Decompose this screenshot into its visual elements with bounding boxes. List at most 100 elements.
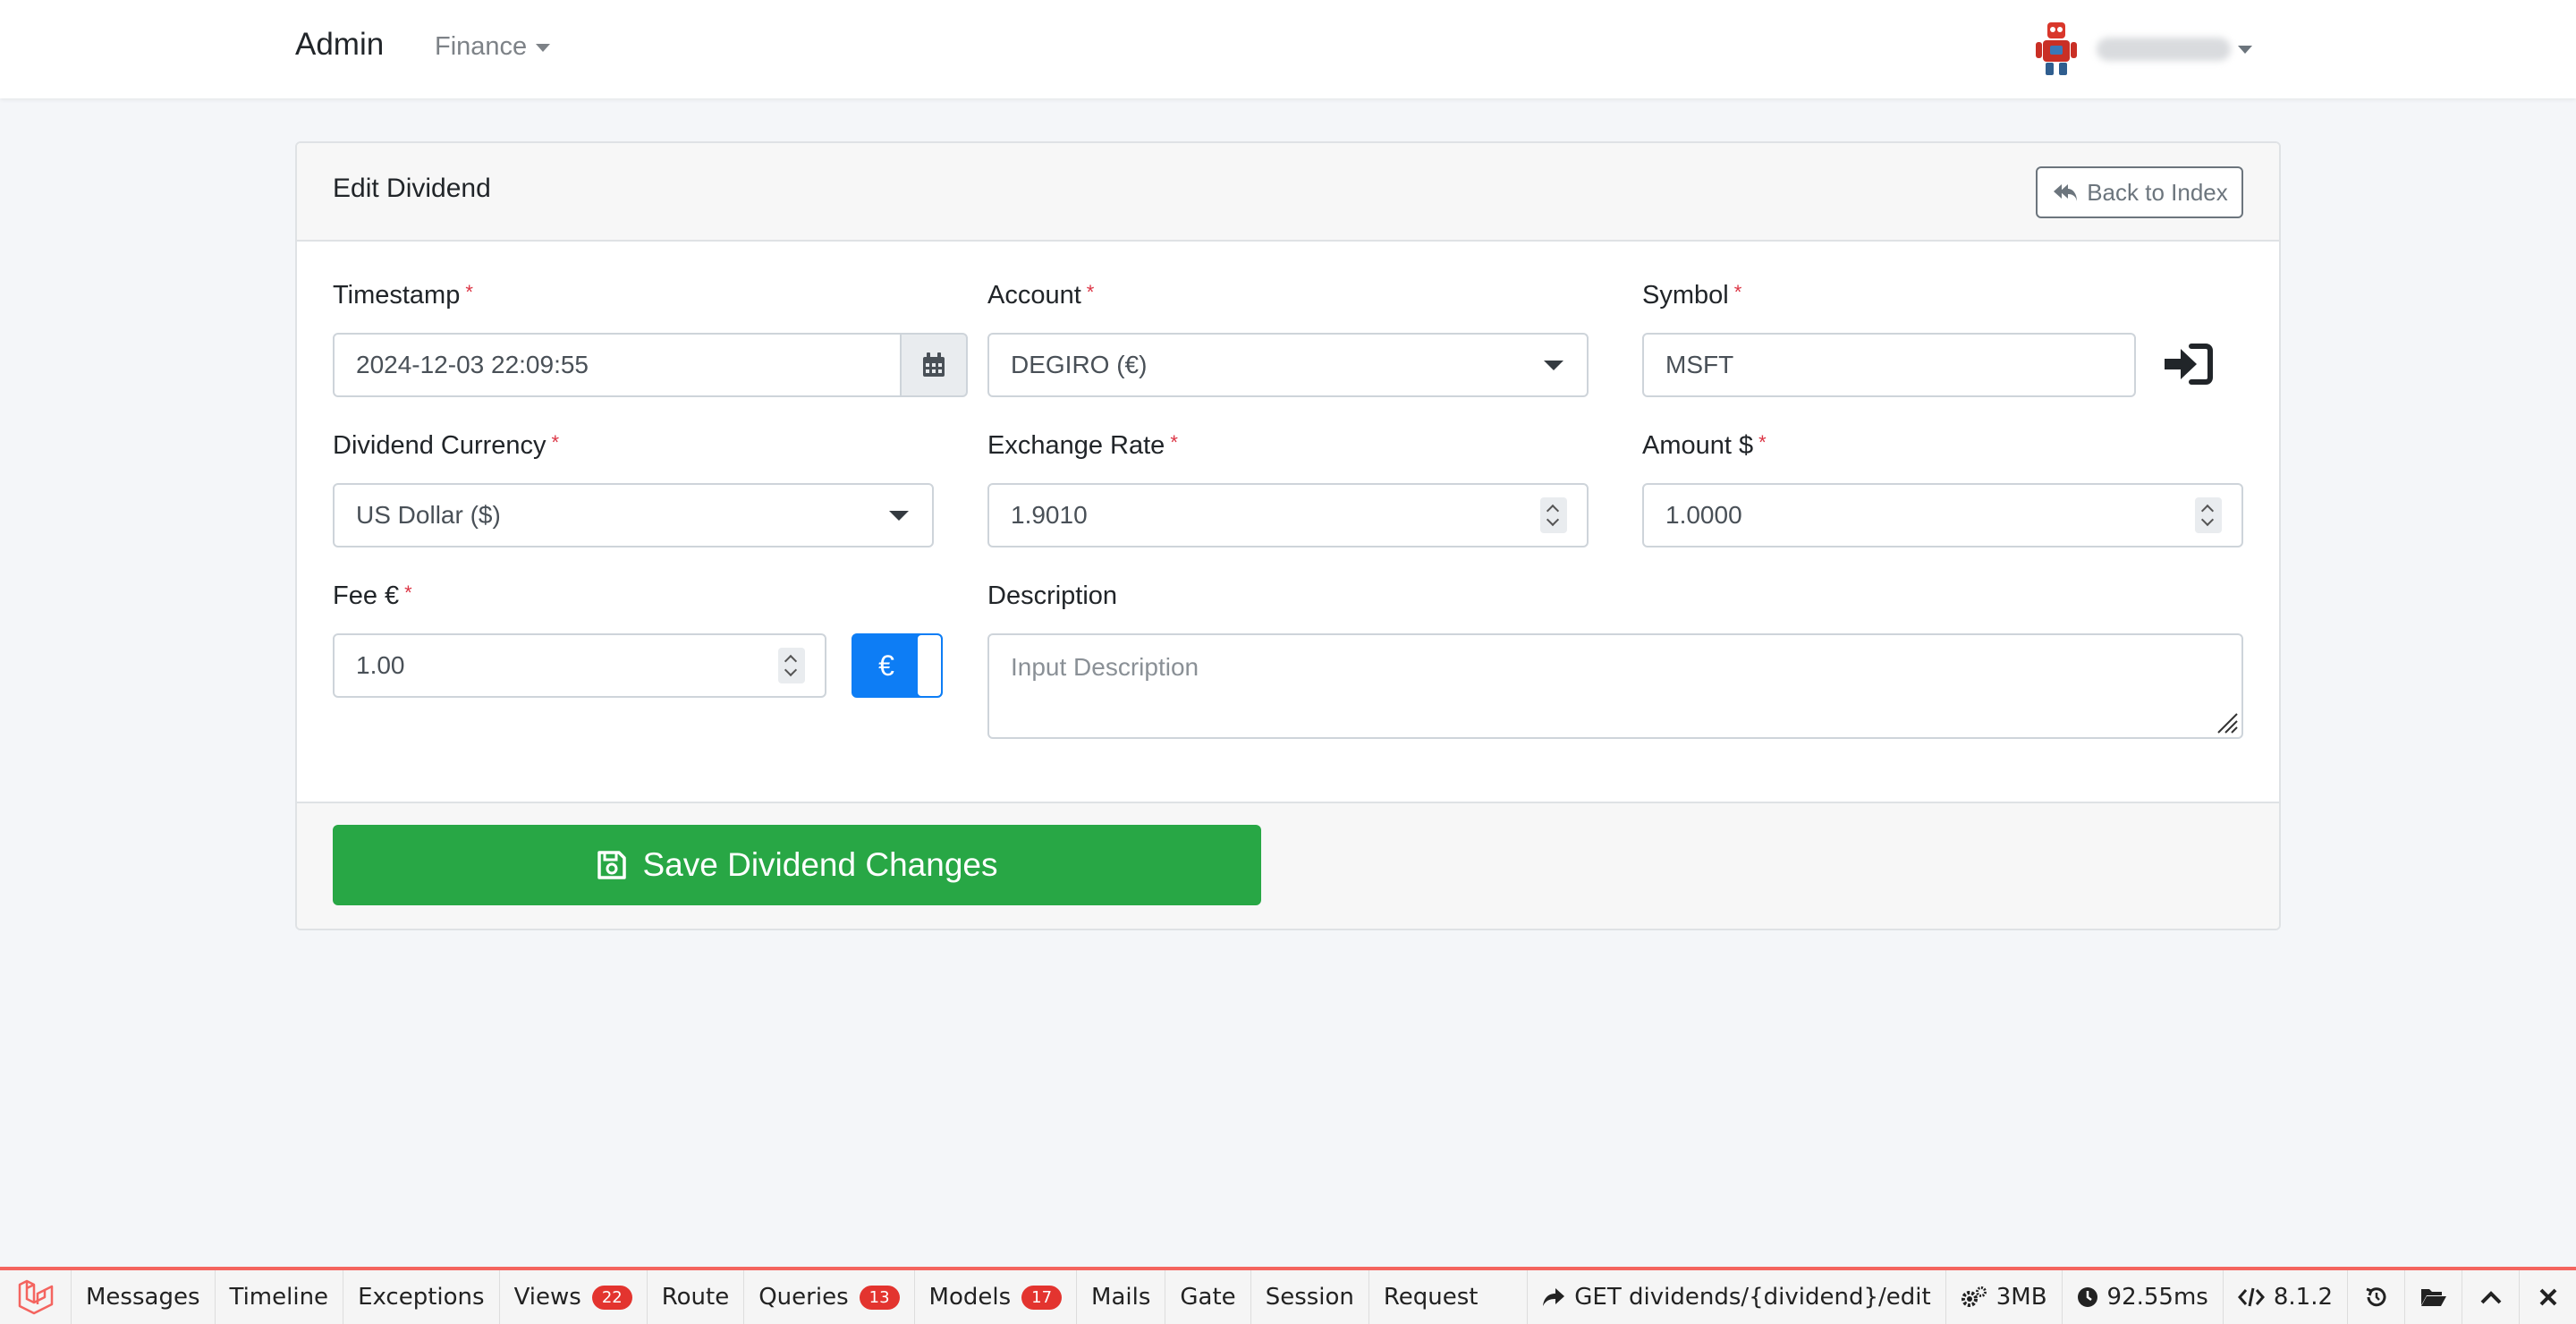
fee-input[interactable]: 1.00 xyxy=(333,633,826,698)
debug-tab-label: Timeline xyxy=(229,1284,329,1311)
floppy-disk-icon xyxy=(597,851,626,879)
exchange-rate-input[interactable]: 1.9010 xyxy=(987,483,1589,547)
debug-tab-request[interactable]: Request xyxy=(1369,1270,1493,1324)
calendar-button[interactable] xyxy=(900,333,968,397)
number-spinner[interactable] xyxy=(778,648,805,683)
close-icon xyxy=(2539,1288,2556,1306)
required-marker: * xyxy=(1086,281,1095,303)
dividend-currency-select[interactable]: US Dollar ($) xyxy=(333,483,934,547)
top-navbar: Admin Finance xyxy=(0,0,2576,98)
debug-tab-label: Models xyxy=(928,1284,1012,1311)
debug-tab-route[interactable]: Route xyxy=(648,1270,745,1324)
count-badge: 22 xyxy=(591,1285,632,1310)
save-dividend-button[interactable]: Save Dividend Changes xyxy=(333,825,1261,905)
timestamp-input[interactable]: 2024-12-03 22:09:55 xyxy=(333,333,902,397)
folder-open-icon xyxy=(2420,1289,2446,1306)
back-to-index-button[interactable]: Back to Index xyxy=(2036,166,2243,218)
debug-tab-mails[interactable]: Mails xyxy=(1077,1270,1166,1324)
required-marker: * xyxy=(404,581,412,604)
amount-input[interactable]: 1.0000 xyxy=(1642,483,2243,547)
save-button-label: Save Dividend Changes xyxy=(642,846,998,883)
chevron-down-icon xyxy=(889,510,909,521)
number-spinner[interactable] xyxy=(1540,497,1567,533)
dividend-currency-label: Dividend Currency * xyxy=(333,431,559,461)
brand-link[interactable]: Admin xyxy=(295,27,384,63)
required-marker: * xyxy=(465,281,473,303)
fee-currency-toggle[interactable]: € xyxy=(852,633,943,698)
debug-tab-label: Messages xyxy=(86,1284,200,1311)
debug-tab-timeline[interactable]: Timeline xyxy=(216,1270,344,1324)
account-select[interactable]: DEGIRO (€) xyxy=(987,333,1589,397)
maximize-button[interactable] xyxy=(2462,1270,2519,1324)
debug-tab-models[interactable]: Models 17 xyxy=(915,1270,1078,1324)
user-menu[interactable] xyxy=(2032,18,2252,81)
finance-dropdown-label: Finance xyxy=(435,32,528,61)
open-folder-button[interactable] xyxy=(2404,1270,2462,1324)
count-badge: 13 xyxy=(859,1285,900,1310)
debug-tab-queries[interactable]: Queries 13 xyxy=(744,1270,915,1324)
close-debugbar-button[interactable] xyxy=(2519,1270,2576,1324)
edit-dividend-card: Edit Dividend Back to Index Timestamp * 2… xyxy=(295,141,2281,930)
reply-all-icon xyxy=(2054,184,2078,201)
debug-tab-label: Views xyxy=(513,1284,581,1311)
timestamp-label-text: Timestamp xyxy=(333,281,461,310)
amount-label: Amount $ * xyxy=(1642,431,1767,461)
chevron-down-icon xyxy=(536,43,551,52)
exchange-rate-label: Exchange Rate * xyxy=(987,431,1178,461)
memory-value: 3MB xyxy=(1996,1284,2047,1311)
debug-tab-session[interactable]: Session xyxy=(1251,1270,1369,1324)
amount-value: 1.0000 xyxy=(1665,501,1742,529)
share-icon xyxy=(1543,1288,1565,1306)
number-spinner[interactable] xyxy=(2195,497,2222,533)
clock-icon xyxy=(2077,1287,2097,1307)
timestamp-label: Timestamp * xyxy=(333,281,473,310)
symbol-input[interactable]: MSFT xyxy=(1642,333,2136,397)
route-info: GET dividends/{dividend}/edit xyxy=(1574,1284,1931,1311)
account-label: Account * xyxy=(987,281,1094,310)
finance-dropdown[interactable]: Finance xyxy=(435,32,551,62)
description-textarea[interactable]: Input Description xyxy=(987,633,2243,739)
exchange-rate-label-text: Exchange Rate xyxy=(987,431,1165,460)
debug-tab-label: Exceptions xyxy=(358,1284,485,1311)
route-indicator[interactable]: GET dividends/{dividend}/edit xyxy=(1527,1270,1945,1324)
history-icon xyxy=(2365,1287,2385,1307)
symbol-label: Symbol * xyxy=(1642,281,1741,310)
history-button[interactable] xyxy=(2347,1270,2404,1324)
page-title: Edit Dividend xyxy=(333,174,491,203)
fee-value: 1.00 xyxy=(356,651,405,679)
back-to-index-label: Back to Index xyxy=(2087,178,2228,206)
debug-tab-label: Mails xyxy=(1091,1284,1151,1311)
timestamp-value: 2024-12-03 22:09:55 xyxy=(356,351,589,378)
user-name-blurred xyxy=(2097,38,2231,61)
duration-value: 92.55ms xyxy=(2106,1284,2208,1311)
fee-label-text: Fee € xyxy=(333,581,400,610)
amount-label-text: Amount $ xyxy=(1642,431,1754,460)
debug-tab-label: Gate xyxy=(1180,1284,1236,1311)
exchange-rate-value: 1.9010 xyxy=(1011,501,1088,529)
laravel-logo-icon[interactable] xyxy=(0,1270,72,1324)
resize-grip-icon[interactable] xyxy=(2215,710,2238,734)
php-version-indicator: 8.1.2 xyxy=(2222,1270,2347,1324)
cogs-icon xyxy=(1961,1286,1987,1307)
debug-tab-label: Session xyxy=(1265,1284,1354,1311)
chevron-down-icon xyxy=(2238,45,2252,54)
description-placeholder: Input Description xyxy=(1011,653,1199,681)
fee-currency-toggle-label: € xyxy=(878,649,894,682)
debug-tab-gate[interactable]: Gate xyxy=(1165,1270,1251,1324)
chevron-up-icon xyxy=(2480,1291,2501,1304)
debug-tab-messages[interactable]: Messages xyxy=(72,1270,216,1324)
calendar-icon xyxy=(923,352,945,377)
time-indicator: 92.55ms xyxy=(2061,1270,2223,1324)
debug-tab-views[interactable]: Views 22 xyxy=(500,1270,648,1324)
sign-in-icon[interactable] xyxy=(2163,344,2213,385)
debug-tab-exceptions[interactable]: Exceptions xyxy=(343,1270,500,1324)
required-marker: * xyxy=(1170,431,1178,454)
symbol-label-text: Symbol xyxy=(1642,281,1729,310)
card-footer: Save Dividend Changes xyxy=(297,802,2279,929)
dividend-currency-value: US Dollar ($) xyxy=(356,501,501,529)
laravel-icon xyxy=(18,1279,53,1315)
fee-label: Fee € * xyxy=(333,581,412,611)
symbol-value: MSFT xyxy=(1665,351,1734,378)
account-value: DEGIRO (€) xyxy=(1011,351,1148,378)
debug-tab-label: Request xyxy=(1383,1284,1479,1311)
